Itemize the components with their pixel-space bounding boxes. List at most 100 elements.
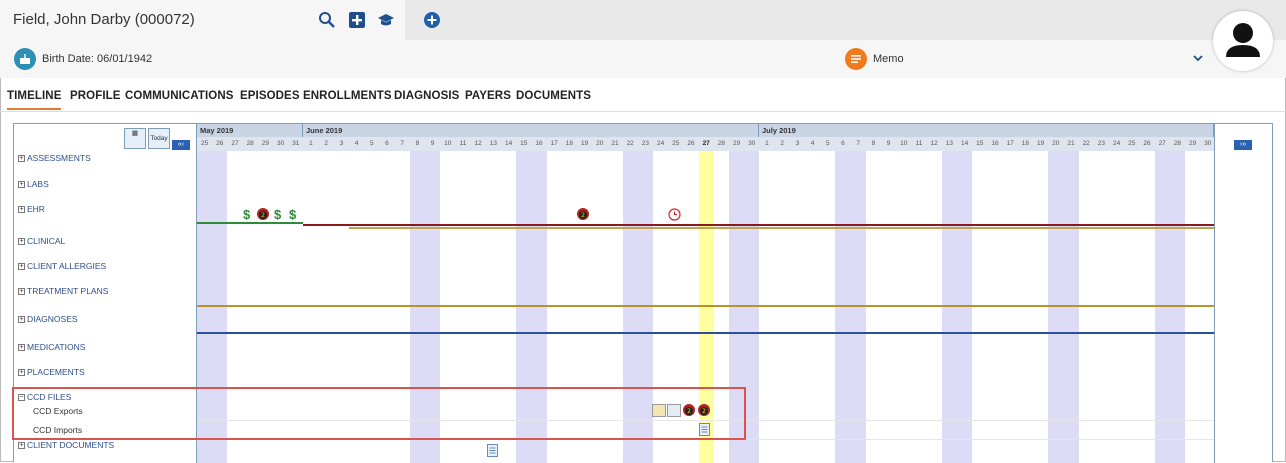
- day-label[interactable]: 5: [820, 137, 835, 151]
- day-label[interactable]: 30: [273, 137, 288, 151]
- day-label[interactable]: 1: [303, 137, 318, 151]
- day-label[interactable]: 28: [243, 137, 258, 151]
- day-label[interactable]: 23: [1094, 137, 1109, 151]
- day-label[interactable]: 17: [1003, 137, 1018, 151]
- day-label[interactable]: 14: [501, 137, 516, 151]
- day-label[interactable]: 1: [759, 137, 774, 151]
- category-assessments[interactable]: + ASSESSMENTS: [18, 153, 91, 163]
- day-label[interactable]: 15: [972, 137, 987, 151]
- day-label[interactable]: 8: [410, 137, 425, 151]
- tab-enrollments[interactable]: ENROLLMENTS: [303, 90, 392, 102]
- expand-icon[interactable]: +: [18, 206, 25, 214]
- expand-icon[interactable]: +: [18, 316, 25, 324]
- day-label[interactable]: 22: [1079, 137, 1094, 151]
- day-label[interactable]: 11: [455, 137, 470, 151]
- chevron-down-icon[interactable]: [1192, 53, 1204, 63]
- expand-icon[interactable]: +: [18, 442, 25, 450]
- expand-icon[interactable]: +: [18, 369, 25, 377]
- day-label[interactable]: 10: [440, 137, 455, 151]
- episode-icon[interactable]: 2: [256, 207, 270, 221]
- expand-icon[interactable]: +: [18, 155, 25, 163]
- day-label[interactable]: 28: [1170, 137, 1185, 151]
- category-client-documents[interactable]: + CLIENT DOCUMENTS: [18, 440, 114, 450]
- day-label[interactable]: 26: [1139, 137, 1154, 151]
- day-label[interactable]: 20: [592, 137, 607, 151]
- memo-label[interactable]: Memo: [873, 53, 904, 65]
- day-label[interactable]: 5: [364, 137, 379, 151]
- day-label[interactable]: 29: [1185, 137, 1200, 151]
- day-label[interactable]: 25: [1124, 137, 1139, 151]
- day-label[interactable]: 21: [607, 137, 622, 151]
- day-label[interactable]: 4: [805, 137, 820, 151]
- plus-circle-icon[interactable]: [423, 11, 441, 29]
- day-label[interactable]: 31: [288, 137, 303, 151]
- day-label[interactable]: 7: [851, 137, 866, 151]
- day-label[interactable]: 6: [379, 137, 394, 151]
- day-label[interactable]: 7: [395, 137, 410, 151]
- tab-timeline[interactable]: TIMELINE: [7, 90, 62, 110]
- day-label[interactable]: 3: [334, 137, 349, 151]
- tab-communications[interactable]: COMMUNICATIONS: [125, 90, 234, 102]
- category-medications[interactable]: + MEDICATIONS: [18, 342, 85, 352]
- day-label[interactable]: 28: [714, 137, 729, 151]
- day-label[interactable]: 4: [349, 137, 364, 151]
- day-label[interactable]: 30: [744, 137, 759, 151]
- day-label[interactable]: 8: [866, 137, 881, 151]
- expand-icon[interactable]: +: [18, 181, 25, 189]
- expand-icon[interactable]: +: [18, 344, 25, 352]
- clock-icon[interactable]: [668, 208, 681, 221]
- day-label[interactable]: 11: [911, 137, 926, 151]
- day-label[interactable]: 23: [638, 137, 653, 151]
- category-ehr[interactable]: + EHR: [18, 204, 45, 214]
- day-label[interactable]: 22: [623, 137, 638, 151]
- scroll-forward-icon[interactable]: ›»: [1234, 140, 1252, 150]
- day-label[interactable]: 6: [835, 137, 850, 151]
- day-label[interactable]: 18: [1018, 137, 1033, 151]
- search-icon[interactable]: [318, 11, 336, 29]
- tab-payers[interactable]: PAYERS: [465, 90, 511, 102]
- user-avatar-icon[interactable]: [1213, 11, 1273, 71]
- day-label[interactable]: 19: [577, 137, 592, 151]
- tab-profile[interactable]: PROFILE: [70, 90, 121, 102]
- day-label[interactable]: 19: [1033, 137, 1048, 151]
- category-diagnoses[interactable]: + DIAGNOSES: [18, 314, 78, 324]
- day-label[interactable]: 29: [258, 137, 273, 151]
- day-label[interactable]: 12: [927, 137, 942, 151]
- day-label[interactable]: 2: [319, 137, 334, 151]
- day-label[interactable]: 9: [881, 137, 896, 151]
- day-label[interactable]: 18: [562, 137, 577, 151]
- tab-diagnosis[interactable]: DIAGNOSIS: [394, 90, 459, 102]
- document-icon[interactable]: [487, 444, 498, 457]
- day-label[interactable]: 29: [729, 137, 744, 151]
- tab-documents[interactable]: DOCUMENTS: [516, 90, 591, 102]
- day-label[interactable]: 10: [896, 137, 911, 151]
- day-label[interactable]: 27: [699, 137, 714, 151]
- expand-icon[interactable]: +: [18, 288, 25, 296]
- day-label[interactable]: 16: [987, 137, 1002, 151]
- patient-tab[interactable]: Field, John Darby (000072): [0, 0, 405, 40]
- category-treatment-plans[interactable]: + TREATMENT PLANS: [18, 286, 108, 296]
- day-label[interactable]: 25: [197, 137, 212, 151]
- day-label[interactable]: 27: [227, 137, 242, 151]
- scroll-back-icon[interactable]: «‹: [172, 140, 190, 150]
- graduation-cap-icon[interactable]: [377, 11, 395, 29]
- calendar-icon[interactable]: ▦: [124, 128, 146, 149]
- day-label[interactable]: 14: [957, 137, 972, 151]
- day-label[interactable]: 17: [547, 137, 562, 151]
- day-label[interactable]: 26: [683, 137, 698, 151]
- day-label[interactable]: 24: [1109, 137, 1124, 151]
- category-placements[interactable]: + PLACEMENTS: [18, 367, 85, 377]
- day-label[interactable]: 24: [653, 137, 668, 151]
- expand-icon[interactable]: +: [18, 263, 25, 271]
- day-label[interactable]: 13: [942, 137, 957, 151]
- day-label[interactable]: 12: [471, 137, 486, 151]
- payment-icon[interactable]: $: [274, 207, 281, 222]
- episode-icon[interactable]: 2: [576, 207, 590, 221]
- day-label[interactable]: 20: [1048, 137, 1063, 151]
- day-label[interactable]: 13: [486, 137, 501, 151]
- day-label[interactable]: 2: [775, 137, 790, 151]
- day-label[interactable]: 16: [531, 137, 546, 151]
- day-label[interactable]: 15: [516, 137, 531, 151]
- day-label[interactable]: 27: [1155, 137, 1170, 151]
- day-label[interactable]: 9: [425, 137, 440, 151]
